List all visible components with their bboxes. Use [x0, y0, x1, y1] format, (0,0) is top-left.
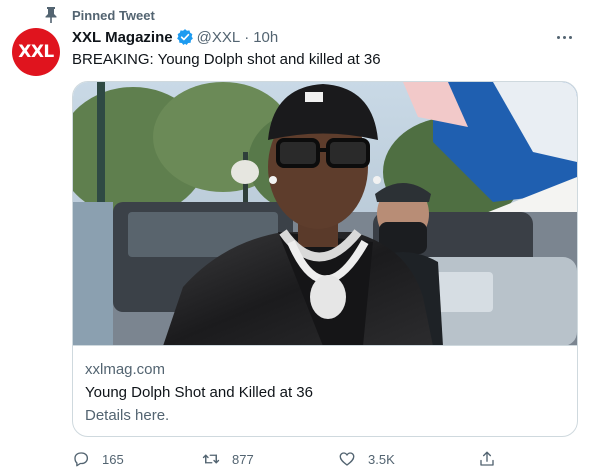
retweet-button[interactable]: 877: [202, 447, 254, 471]
more-dot: [562, 35, 566, 39]
retweet-icon: [202, 454, 220, 464]
card-photo: [73, 82, 577, 345]
pinned-indicator: Pinned Tweet: [44, 6, 155, 24]
like-button[interactable]: 3.5K: [338, 447, 395, 471]
avatar-logo-text: XXL: [18, 42, 54, 62]
author-name[interactable]: XXL Magazine: [72, 29, 173, 46]
reply-count: 165: [102, 451, 124, 467]
more-dot: [556, 35, 560, 39]
card-title: Young Dolph Shot and Killed at 36: [85, 384, 313, 401]
card-image: [73, 82, 577, 346]
heart-icon: [339, 452, 355, 466]
avatar[interactable]: XXL: [12, 28, 60, 76]
tweet-timestamp[interactable]: 10h: [253, 29, 278, 46]
more-dot: [568, 35, 572, 39]
tweet-text: BREAKING: Young Dolph shot and killed at…: [72, 51, 381, 68]
pin-icon: [45, 7, 57, 23]
separator-dot: ·: [244, 28, 250, 46]
retweet-count: 877: [232, 451, 254, 467]
reply-button[interactable]: 165: [72, 447, 124, 471]
reply-icon: [74, 452, 89, 467]
more-options-button[interactable]: [551, 26, 577, 48]
card-meta: xxlmag.com Young Dolph Shot and Killed a…: [85, 360, 565, 426]
link-card[interactable]: xxlmag.com Young Dolph Shot and Killed a…: [72, 81, 578, 437]
tweet-header: XXL Magazine @XXL · 10h: [72, 27, 278, 47]
tweet-actions: 165 877 3.5K: [72, 447, 512, 471]
like-count: 3.5K: [368, 451, 395, 467]
author-handle[interactable]: @XXL: [197, 29, 241, 46]
share-button[interactable]: [478, 447, 496, 471]
verified-badge-icon: [176, 29, 193, 45]
card-domain: xxlmag.com: [85, 361, 166, 378]
card-description: Details here.: [85, 407, 170, 424]
pinned-label: Pinned Tweet: [72, 7, 155, 23]
share-icon: [480, 451, 494, 466]
